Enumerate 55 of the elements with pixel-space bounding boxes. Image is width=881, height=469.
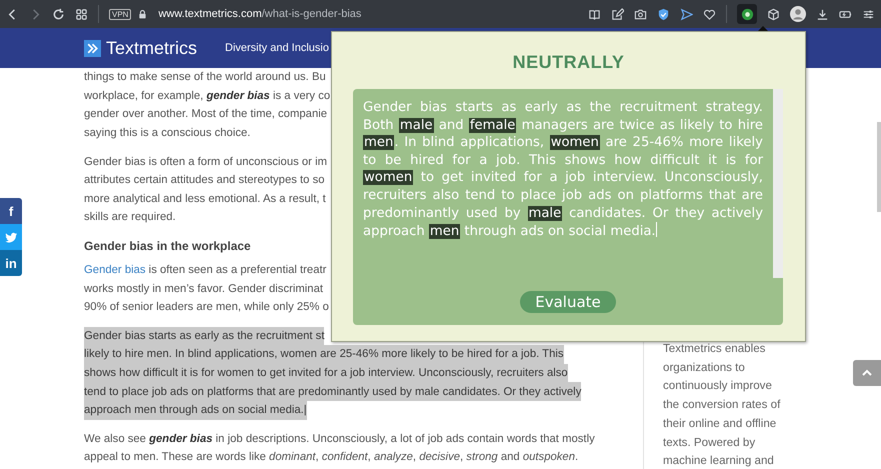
paragraph-line: Gender bias is often a form of unconscious or im	[84, 156, 327, 168]
download-icon[interactable]	[816, 8, 829, 20]
sidebar-text-line: organizations to	[663, 360, 746, 376]
lock-icon	[137, 8, 148, 20]
book-icon[interactable]	[588, 8, 601, 20]
twitter-share-button[interactable]	[0, 224, 22, 250]
paragraph-line: attributes certain attitudes and stereotypes to so	[84, 174, 325, 186]
paragraph-line: approach men through ads on social media.|	[84, 404, 307, 416]
edit-icon[interactable]	[611, 8, 624, 20]
paragraph-line: shows how difficult it is for women to get invited for a job interview. Unconsciously, recruiters also	[84, 367, 568, 380]
camera-icon[interactable]	[634, 8, 647, 20]
bird-icon	[4, 230, 18, 244]
facebook-share-button[interactable]: f	[0, 198, 22, 224]
paragraph-line: appeal to men. These are words like dominant, confident, analyze, decisive, strong and outspoken.	[84, 451, 578, 464]
grid-icon[interactable]	[75, 8, 88, 20]
scrollbar-thumb[interactable]	[877, 122, 881, 212]
linkedin-share-button[interactable]: in	[0, 250, 22, 276]
heart-icon[interactable]	[703, 8, 716, 20]
paragraph-line: things to make sense of the world around us. Bu	[84, 71, 326, 84]
paragraph-line: workplace, for example, gender bias is a very co	[84, 90, 330, 102]
text-area[interactable]: Gender bias starts as early as the recruitment strategy. Both male and female managers are twice as likely to hire men. In blind applications, women are 25-46% more likely to be hired for a job. This shows how difficult it is for women to get invited for a job interview. Unconsciously, recruiters also tend to place job ads on platforms that are predominantly used by male candidates. Or they actively approach men through ads on social media.	[353, 89, 773, 278]
vpn-badge[interactable]: VPN	[109, 8, 132, 20]
paragraph-line: works mostly in men’s favor. Gender discriminat	[84, 282, 323, 295]
paragraph-line: 90% of senior leaders are men, while only 25% o	[84, 301, 329, 314]
link[interactable]: Gender bias	[84, 264, 146, 276]
logo-text[interactable]: Textmetrics	[106, 38, 198, 58]
sidebar-text-line: the conversion rates of	[663, 397, 780, 414]
cube-icon[interactable]	[767, 8, 780, 20]
paragraph-line: saying this is a conscious choice.	[84, 127, 250, 140]
send-icon[interactable]	[680, 8, 693, 20]
sidebar-text-line: their online and offline	[663, 416, 778, 432]
paragraph-line: more analytical and less emotional. As a result, t	[84, 192, 326, 205]
section-heading: Gender bias in the workplace	[84, 238, 251, 256]
paragraph-line: skills are required.	[84, 211, 176, 224]
paragraph-line: tend to place job ads on platforms that are predominantly used by male candidates. Or they actively	[84, 386, 582, 398]
popup-title: NEUTRALLY	[512, 52, 626, 74]
sidebar-text-line: Textmetrics enables	[663, 341, 766, 357]
shield-icon[interactable]	[657, 8, 670, 20]
sidebar-text-line: texts. Powered by	[663, 434, 756, 451]
sidebar-text-line: machine learning and	[663, 453, 775, 469]
reload-icon[interactable]	[52, 8, 65, 20]
address-bar[interactable]: www.textmetrics.com/what-is-gender-bias	[158, 8, 362, 20]
scroll-to-top-button[interactable]	[853, 360, 881, 386]
paragraph-line: We also see gender bias in job descriptions. Unconsciously, a lot of job ads contain words that mostly	[84, 432, 595, 445]
sidebar-text-line: continuously improve	[663, 378, 773, 394]
nav-link[interactable]: Diversity and Inclusio	[225, 42, 329, 54]
paragraph-line: Gender bias is often seen as a preferential treatr	[84, 264, 326, 276]
extension-button[interactable]	[737, 4, 757, 24]
logo-icon	[84, 40, 101, 56]
paragraph-line: likely to hire men. In blind applications, women are 25-46% more likely to be hired for a job. This	[84, 348, 564, 360]
scrollbar[interactable]	[773, 89, 783, 278]
settings-icon[interactable]	[862, 8, 875, 20]
paragraph-line: Gender bias starts as early as the recruitment st	[84, 330, 324, 342]
paragraph-line: gender over another. Most of the time, companie	[84, 108, 328, 120]
avatar-icon[interactable]	[790, 6, 806, 22]
